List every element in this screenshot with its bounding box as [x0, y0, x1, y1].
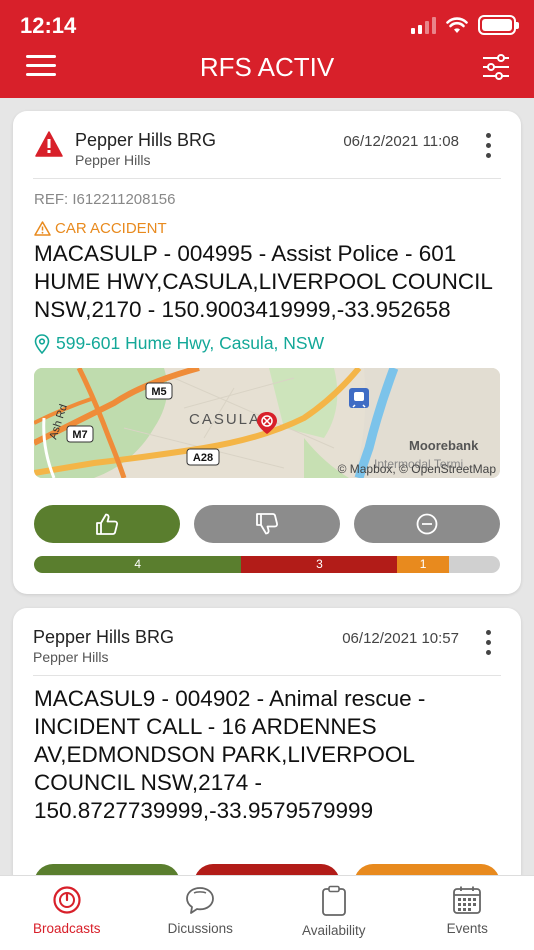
incident-ref: REF: I612211208156 [34, 191, 176, 208]
map-label-m7: M7 [72, 429, 87, 441]
more-options-icon[interactable] [479, 630, 497, 660]
thumbs-down-icon [256, 513, 279, 535]
card-header: Pepper Hills BRG Pepper Hills 06/12/2021… [33, 608, 501, 676]
thumbs-up-icon [96, 513, 119, 535]
map-label-casula: CASULA [189, 411, 261, 428]
chat-bubbles-icon [186, 887, 215, 914]
wifi-icon [446, 16, 468, 33]
decline-button[interactable] [194, 505, 340, 543]
map-label-m5: M5 [151, 386, 166, 398]
brigade-name: Pepper Hills BRG [75, 130, 217, 150]
status-icons [411, 14, 519, 36]
broadcast-card[interactable]: Pepper Hills BRG Pepper Hills 06/12/2021… [13, 608, 521, 888]
tally-accepted: 4 [34, 556, 242, 573]
broadcast-datetime: 06/12/2021 11:08 [343, 133, 459, 150]
map-label-moorebank: Moorebank [409, 438, 479, 453]
map-pin-icon [34, 333, 50, 354]
nav-availability[interactable]: Availability [267, 876, 401, 950]
nav-broadcasts[interactable]: Broadcasts [0, 876, 134, 950]
brigade-location: Pepper Hills [33, 649, 109, 665]
clipboard-icon [321, 885, 346, 916]
incident-address: 599-601 Hume Hwy, Casula, NSW [56, 333, 325, 353]
tally-declined: 3 [241, 556, 398, 573]
cellular-signal-icon [411, 16, 436, 34]
maybe-button[interactable] [354, 505, 500, 543]
incident-address-link[interactable]: 599-601 Hume Hwy, Casula, NSW [34, 333, 324, 354]
app-header: 12:14 RFS ACTIV [0, 0, 534, 98]
card-header: Pepper Hills BRG Pepper Hills 06/12/2021… [33, 111, 501, 179]
more-options-icon[interactable] [479, 133, 497, 163]
alert-triangle-icon [35, 131, 63, 157]
response-tally-bar: 4 3 1 [34, 556, 500, 573]
brigade-location: Pepper Hills [75, 152, 151, 168]
response-actions [34, 505, 500, 543]
app-title: RFS ACTIV [199, 52, 335, 82]
brigade-name: Pepper Hills BRG [33, 627, 175, 647]
incident-map[interactable]: M5 M7 A28 Ash Rd CASULA Moorebank Interm… [34, 368, 500, 478]
nav-label-discussions: Dicussions [167, 921, 233, 936]
nav-label-events: Events [446, 921, 488, 936]
bottom-navigation: Broadcasts Dicussions Availability Event… [0, 875, 534, 950]
incident-category: CAR ACCIDENT [34, 220, 167, 237]
tally-maybe: 1 [397, 556, 449, 573]
broadcast-datetime: 06/12/2021 10:57 [342, 630, 459, 647]
calendar-icon [453, 886, 482, 914]
nav-discussions[interactable]: Dicussions [134, 876, 268, 950]
tally-no-response [448, 556, 500, 573]
nav-label-availability: Availability [301, 923, 366, 938]
status-time: 12:14 [20, 13, 77, 38]
incident-category-label: CAR ACCIDENT [55, 220, 167, 237]
nav-events[interactable]: Events [401, 876, 534, 950]
map-label-a28: A28 [193, 452, 213, 464]
battery-icon [478, 15, 519, 35]
nav-label-broadcasts: Broadcasts [32, 921, 101, 936]
accept-button[interactable] [34, 505, 180, 543]
broadcast-message: MACASUL9 - 004902 - Animal rescue - INCI… [34, 686, 426, 823]
broadcast-card[interactable]: Pepper Hills BRG Pepper Hills 06/12/2021… [13, 111, 521, 594]
broadcast-message: MACASULP - 004995 - Assist Police - 601 … [34, 241, 493, 322]
warning-outline-icon [34, 221, 51, 236]
minus-circle-icon [416, 513, 438, 535]
map-attribution: © Mapbox, © OpenStreetMap [337, 462, 496, 476]
filter-settings-icon[interactable] [482, 54, 510, 80]
broadcast-icon [53, 886, 81, 914]
